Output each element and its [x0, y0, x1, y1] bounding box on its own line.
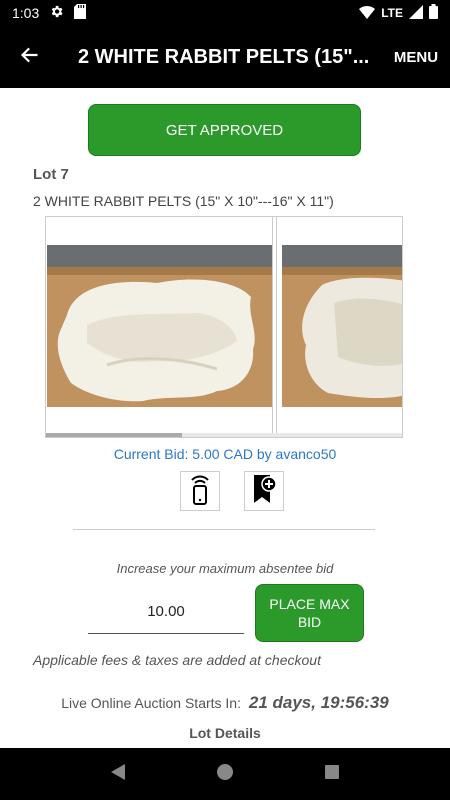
- pelt-photo-image: [47, 245, 272, 407]
- wifi-icon: [359, 5, 376, 22]
- status-bar: 1:03 LTE: [0, 0, 450, 26]
- watch-lot-button[interactable]: [244, 471, 284, 511]
- nav-back-icon: [110, 763, 126, 786]
- nav-recents-icon: [324, 764, 340, 785]
- signal-icon: [409, 4, 423, 22]
- auction-countdown: 21 days, 19:56:39: [248, 693, 389, 712]
- nav-back-button[interactable]: [98, 754, 138, 794]
- back-arrow-icon: [20, 45, 40, 70]
- lot-photo[interactable]: [46, 217, 273, 435]
- place-max-bid-button[interactable]: PLACE MAX BID: [255, 584, 364, 642]
- gallery-scrollbar[interactable]: [46, 433, 402, 437]
- lot-photo[interactable]: [276, 217, 402, 435]
- back-button[interactable]: [0, 26, 60, 88]
- gallery-scrollbar-thumb[interactable]: [46, 433, 183, 437]
- max-bid-input[interactable]: [88, 590, 244, 634]
- sd-card-icon: [74, 4, 87, 22]
- lot-details-heading[interactable]: Lot Details: [0, 725, 450, 741]
- remote-bid-icon: [187, 473, 213, 510]
- menu-button[interactable]: MENU: [382, 49, 450, 66]
- auction-start-label: Live Online Auction Starts In:: [61, 695, 241, 711]
- get-approved-button[interactable]: GET APPROVED: [88, 104, 361, 156]
- auction-start: Live Online Auction Starts In: 21 days, …: [0, 693, 450, 713]
- status-time: 1:03: [12, 5, 40, 21]
- network-type: LTE: [381, 6, 403, 20]
- gear-icon: [49, 4, 64, 22]
- lot-number: Lot 7: [33, 166, 69, 183]
- lot-content[interactable]: GET APPROVED Lot 7 2 WHITE RABBIT PELTS …: [0, 88, 450, 748]
- divider: [73, 529, 375, 530]
- nav-home-icon: [216, 763, 234, 786]
- page-title: 2 WHITE RABBIT PELTS (15"...: [78, 45, 370, 68]
- photo-gallery[interactable]: [45, 216, 403, 438]
- nav-home-button[interactable]: [205, 754, 245, 794]
- nav-recents-button[interactable]: [312, 754, 352, 794]
- battery-icon: [429, 4, 438, 22]
- current-bid-text: Current Bid: 5.00 CAD by avanco50: [113, 446, 337, 462]
- lot-title: 2 WHITE RABBIT PELTS (15" X 10"---16" X …: [33, 193, 334, 209]
- fees-note: Applicable fees & taxes are added at che…: [33, 652, 321, 668]
- pelt-photo-image: [282, 245, 402, 407]
- remote-bid-button[interactable]: [180, 471, 220, 511]
- increase-bid-label: Increase your maximum absentee bid: [116, 561, 334, 576]
- system-nav-bar: [0, 748, 450, 800]
- bookmark-add-icon: [251, 473, 277, 510]
- app-bar: 2 WHITE RABBIT PELTS (15"... MENU: [0, 26, 450, 88]
